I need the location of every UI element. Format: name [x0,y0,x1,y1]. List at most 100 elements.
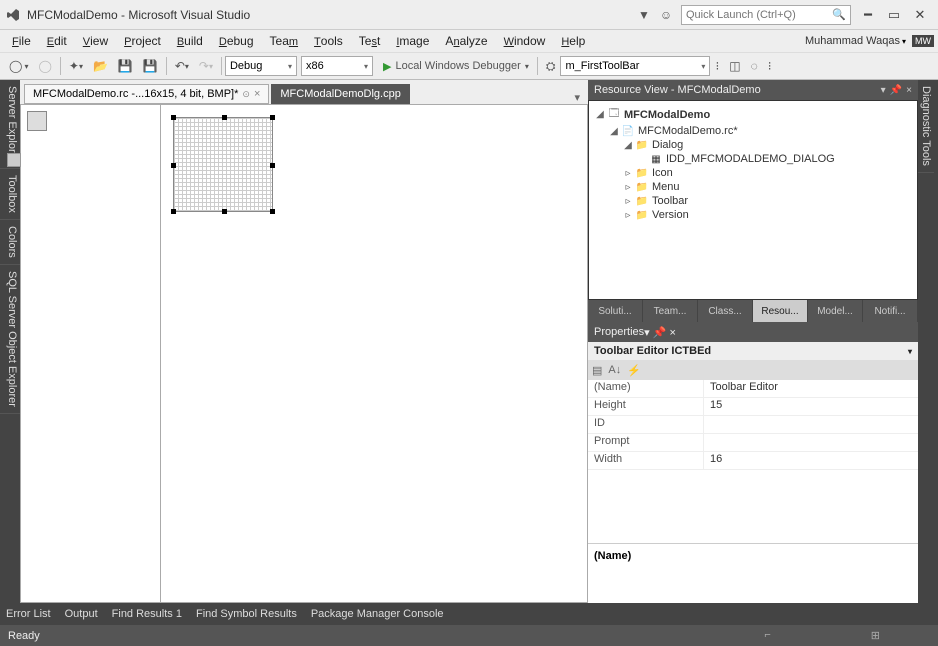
user-name[interactable]: Muhammad Waqas [805,35,900,47]
tool-c-icon[interactable]: ◌ [747,56,762,76]
pin-pane-icon[interactable]: 📌 [653,327,667,339]
editor-area: MFCModalDemo.rc -...16x15, 4 bit, BMP]* … [20,80,588,603]
open-file-button[interactable]: 📂 [89,56,112,76]
bitmap-grid[interactable] [173,117,273,212]
minimize-button[interactable]: ━ [855,5,881,25]
prop-id-value[interactable] [703,416,918,433]
tab-find-symbol[interactable]: Find Symbol Results [196,608,297,620]
member-dropdown[interactable]: m_FirstToolBar▾ [560,56,710,76]
tree-icon[interactable]: ▹📁Icon [595,166,911,180]
tool-b-icon[interactable]: ◫ [725,56,744,76]
tree-project[interactable]: ◢🗔MFCModalDemo [595,105,911,124]
menu-build[interactable]: Build [169,32,211,50]
close-pane-icon[interactable]: × [670,327,676,339]
tab-find-results[interactable]: Find Results 1 [112,608,182,620]
rail-toolbox[interactable]: Toolbox [0,169,20,220]
properties-description: (Name) [588,543,918,603]
menu-analyze[interactable]: Analyze [437,32,495,50]
menu-tools[interactable]: Tools [306,32,351,50]
tool-a-icon[interactable]: ⁝ [711,56,723,76]
funnel-icon[interactable]: ▼ [635,6,653,24]
menu-edit[interactable]: Edit [39,32,75,50]
window-position-icon[interactable]: ▾ [881,85,886,96]
tree-rc[interactable]: ◢📄MFCModalDemo.rc* [595,124,911,138]
bottom-pane-tabs: Error List Output Find Results 1 Find Sy… [0,603,938,625]
quick-launch[interactable]: 🔍 [681,5,851,25]
search-icon: 🔍 [832,8,846,21]
save-button[interactable]: 💾 [114,56,137,76]
prop-height-value[interactable]: 15 [703,398,918,415]
pin-icon[interactable]: ⊙ [242,89,250,100]
menu-view[interactable]: View [75,32,116,50]
bitmap-canvas[interactable] [161,105,587,602]
menu-test[interactable]: Test [351,32,389,50]
rtab-notif[interactable]: Notifi... [863,300,918,322]
tab-error-list[interactable]: Error List [6,608,51,620]
tree-version[interactable]: ▹📁Version [595,208,911,222]
menu-team[interactable]: Team [262,32,307,50]
pin-pane-icon[interactable]: 📌 [890,85,902,96]
save-all-button[interactable]: 💾 [139,56,162,76]
rail-diagnostic-tools[interactable]: Diagnostic Tools [918,80,934,173]
tree-toolbar[interactable]: ▹📁Toolbar [595,194,911,208]
rtab-solution[interactable]: Soluti... [588,300,643,322]
platform-dropdown[interactable]: x86▾ [301,56,373,76]
resource-tree[interactable]: ◢🗔MFCModalDemo ◢📄MFCModalDemo.rc* ◢📁Dial… [588,100,918,300]
menu-window[interactable]: Window [496,32,554,50]
nav-back-button[interactable]: ◯ ▾ [5,56,32,76]
tool-d-icon[interactable]: ⁝ [764,56,776,76]
tree-dialog-folder[interactable]: ◢📁Dialog [595,138,911,152]
user-caret-icon[interactable]: ▾ [902,37,906,46]
properties-grid[interactable]: (Name)Toolbar Editor Height15 ID Prompt … [588,380,918,543]
right-rail: Diagnostic Tools [918,80,938,603]
rail-sql-explorer[interactable]: SQL Server Object Explorer [0,265,20,414]
tree-menu[interactable]: ▹📁Menu [595,180,911,194]
doc-tab-rc-label: MFCModalDemo.rc -...16x15, 4 bit, BMP]* [33,88,238,100]
tab-pmc[interactable]: Package Manager Console [311,608,444,620]
new-project-button[interactable]: ✦ ▾ [65,56,87,76]
rtab-team[interactable]: Team... [643,300,698,322]
nav-fwd-button[interactable]: ◯ [34,56,55,76]
window-position-icon[interactable]: ▾ [644,327,650,339]
feedback-icon[interactable]: ☺ [657,6,675,24]
config-dropdown[interactable]: Debug▾ [225,56,297,76]
properties-object-selector[interactable]: Toolbar Editor ICTBEd▾ [588,342,918,360]
undo-button[interactable]: ↶ ▾ [171,56,193,76]
redo-button[interactable]: ↷ ▾ [195,56,217,76]
doc-tab-rc[interactable]: MFCModalDemo.rc -...16x15, 4 bit, BMP]* … [24,84,269,104]
status-text: Ready [8,630,40,642]
tree-dialog-id[interactable]: ▦IDD_MFCMODALDEMO_DIALOG [595,152,911,166]
close-button[interactable]: ✕ [907,5,933,25]
document-tabs: MFCModalDemo.rc -...16x15, 4 bit, BMP]* … [20,80,588,104]
build-events-icon[interactable]: ⛭ [542,56,560,76]
prop-width-value[interactable]: 16 [703,452,918,469]
menu-image[interactable]: Image [388,32,437,50]
menu-help[interactable]: Help [553,32,593,50]
start-debug-button[interactable]: ▶ Local Windows Debugger ▾ [379,56,533,76]
user-badge[interactable]: MW [912,35,934,47]
rail-colors[interactable]: Colors [0,220,20,265]
vs-logo-icon [5,7,21,23]
menu-file[interactable]: File [4,32,39,50]
menu-debug[interactable]: Debug [211,32,262,50]
close-pane-icon[interactable]: × [906,85,912,96]
tab-output[interactable]: Output [65,608,98,620]
alpha-sort-icon[interactable]: A↓ [608,364,621,376]
toolbar-preview-swatch[interactable] [27,111,47,131]
toolbar-editor-designer [20,104,588,603]
resource-view-header: Resource View - MFCModalDemo ▾ 📌 × [588,80,918,100]
prop-prompt-value[interactable] [703,434,918,451]
prop-name-value[interactable]: Toolbar Editor [703,380,918,397]
categorize-icon[interactable]: ▤ [592,364,602,377]
doc-tab-cpp[interactable]: MFCModalDemoDlg.cpp [271,84,409,104]
doc-tab-menu-icon[interactable]: ▾ [570,91,584,104]
maximize-button[interactable]: ▭ [881,5,907,25]
rtab-class[interactable]: Class... [698,300,753,322]
rtab-resource[interactable]: Resou... [753,300,808,322]
quick-launch-input[interactable] [686,9,832,21]
close-tab-icon[interactable]: × [254,88,260,100]
standard-toolbar: ◯ ▾ ◯ ✦ ▾ 📂 💾 💾 ↶ ▾ ↷ ▾ Debug▾ x86▾ ▶ Lo… [0,52,938,80]
rtab-model[interactable]: Model... [808,300,863,322]
menu-project[interactable]: Project [116,32,169,50]
events-icon[interactable]: ⚡ [627,364,641,377]
